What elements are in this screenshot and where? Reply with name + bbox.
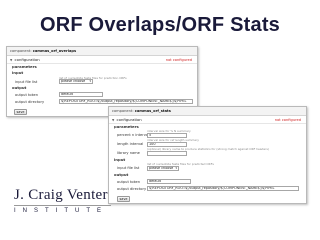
output-token-row: output token default bbox=[7, 91, 197, 98]
input-file-select[interactable]: please choose bbox=[147, 166, 179, 171]
configuration-toggle[interactable]: ▼ configuration not configured bbox=[109, 116, 306, 124]
triangle-down-icon: ▼ bbox=[112, 118, 115, 122]
triangle-down-icon: ▼ bbox=[10, 58, 13, 62]
length-interval-label: length interval bbox=[117, 142, 144, 146]
output-token-input[interactable]: default bbox=[147, 179, 191, 184]
output-token-row: output token default bbox=[109, 178, 306, 185]
library-name-row: (optional) library name to produce stati… bbox=[109, 147, 306, 157]
slide-title: ORF Overlaps/ORF Stats bbox=[39, 14, 280, 36]
input-file-row: list of nucleotide fasta files for predi… bbox=[7, 76, 197, 85]
component-header: component: cammas_orf_stats bbox=[109, 107, 306, 116]
output-token-label: output token bbox=[15, 93, 39, 97]
logo-divider bbox=[14, 205, 111, 206]
configuration-label: configuration bbox=[116, 117, 142, 122]
percent-interval-row: interval size for % N summary percent n … bbox=[109, 129, 306, 139]
output-directory-input[interactable]: $;REPOSITORY_ROOT$;/output_repository/$;… bbox=[147, 186, 299, 191]
save-button[interactable]: save bbox=[14, 109, 27, 115]
output-directory-row: output directory $;REPOSITORY_ROOT$;/out… bbox=[109, 185, 306, 192]
component-name: cammas_orf_overlaps bbox=[32, 49, 77, 53]
percent-interval-label: percent n interval bbox=[117, 133, 150, 137]
library-name-input[interactable] bbox=[147, 151, 187, 156]
status-badge: not configured bbox=[165, 58, 192, 62]
output-directory-row: output directory $;REPOSITORY_ROOT$;/out… bbox=[7, 98, 197, 105]
component-name: cammas_orf_stats bbox=[134, 109, 171, 113]
configuration-toggle[interactable]: ▼ configuration not configured bbox=[7, 56, 197, 64]
component-panel-orf-stats: component: cammas_orf_stats ▼ configurat… bbox=[108, 106, 307, 204]
component-header: component: cammas_orf_overlaps bbox=[7, 47, 197, 56]
configuration-label: configuration bbox=[14, 57, 40, 62]
output-directory-label: output directory bbox=[15, 100, 45, 104]
component-key: component: bbox=[10, 49, 32, 53]
library-name-label: library name bbox=[117, 151, 140, 155]
input-file-label: input file list bbox=[117, 166, 140, 170]
input-file-select[interactable]: please choose bbox=[59, 79, 93, 84]
output-token-input[interactable]: default bbox=[59, 92, 103, 97]
input-file-row: list of nucleotide fasta files for predi… bbox=[109, 162, 306, 172]
status-badge: not configured bbox=[274, 118, 301, 122]
output-token-label: output token bbox=[117, 180, 141, 184]
output-directory-input[interactable]: $;REPOSITORY_ROOT$;/output_repository/$;… bbox=[59, 99, 193, 104]
logo-name: J. Craig Venter bbox=[14, 187, 108, 203]
output-directory-label: output directory bbox=[117, 187, 147, 191]
input-file-label: input file list bbox=[15, 80, 38, 84]
logo-institute: INSTITUTE bbox=[14, 208, 108, 214]
save-button[interactable]: save bbox=[117, 196, 130, 202]
component-key: component: bbox=[112, 109, 134, 113]
